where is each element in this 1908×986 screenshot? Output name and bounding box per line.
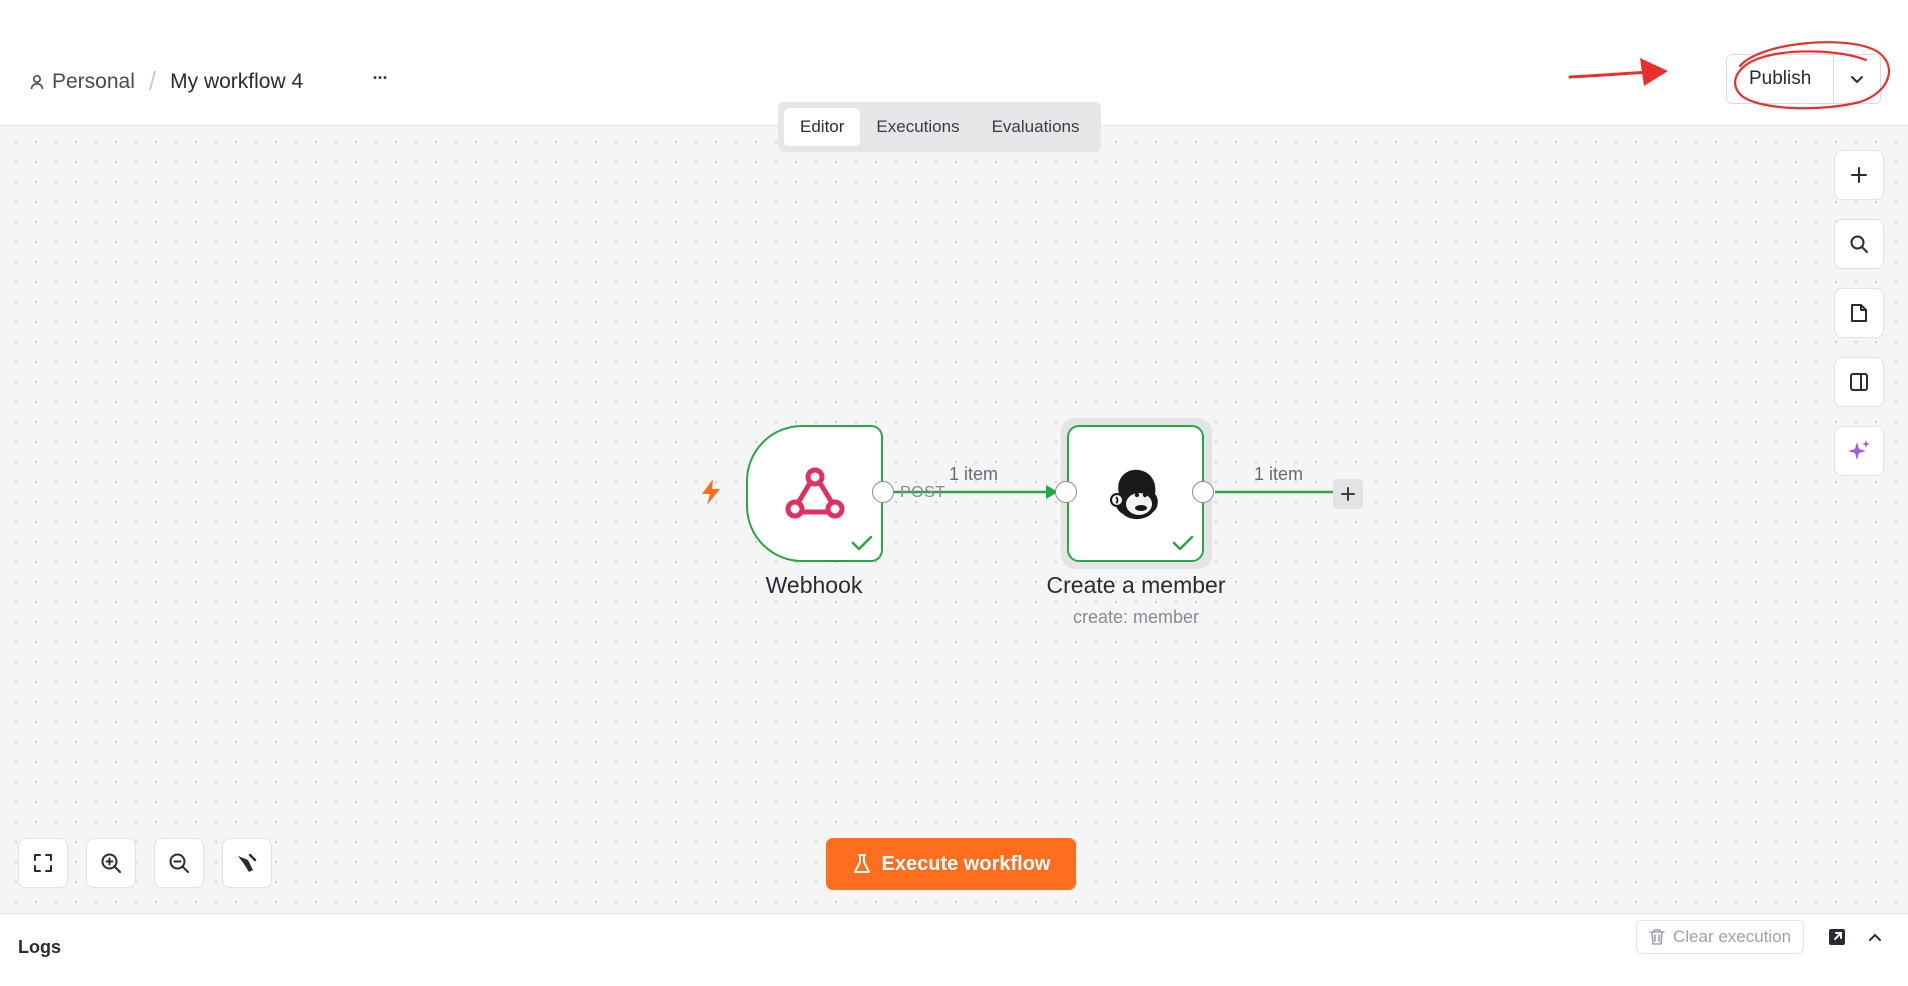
edge-item-count: 1 item [949,464,999,484]
execute-workflow-label: Execute workflow [881,852,1051,875]
webhook-output-handle[interactable] [872,481,894,503]
zoom-in-icon [101,853,121,873]
edge-item-count: 1 item [1254,464,1304,484]
trash-icon [1649,929,1665,945]
execute-workflow-button[interactable]: Execute workflow [826,838,1076,890]
node-webhook[interactable] [746,425,883,562]
tab-executions[interactable]: Executions [860,108,975,146]
webhook-node-label: Webhook [765,572,863,598]
member-node-subtitle: create: member [1072,607,1200,627]
zoom-out-button[interactable] [154,838,204,888]
clear-execution-button[interactable]: Clear execution [1636,920,1805,954]
node-create-member[interactable] [1067,425,1204,562]
webhook-method-label: POST [900,484,946,501]
clear-execution-label: Clear execution [1673,927,1792,946]
logs-title[interactable]: Logs [18,937,61,958]
chevron-up-icon [1869,933,1881,941]
lightning-icon [702,479,720,505]
fit-view-icon [34,854,52,872]
fit-view-button[interactable] [18,838,68,888]
member-output-handle[interactable] [1192,481,1214,503]
mailchimp-icon [1109,469,1158,519]
zoom-in-button[interactable] [86,838,136,888]
member-input-handle[interactable] [1055,481,1077,503]
tab-editor[interactable]: Editor [784,108,861,146]
success-check-icon [1172,535,1194,551]
tab-evaluations[interactable]: Evaluations [976,108,1096,146]
view-tabs: Editor Executions Evaluations [778,102,1102,152]
logs-panel: Logs Clear execution [0,913,1908,986]
plus-icon [1341,487,1355,501]
webhook-icon [785,467,844,518]
toggle-logs-button[interactable] [1862,924,1888,950]
tidy-up-icon [238,853,257,872]
popout-icon [1829,929,1845,945]
canvas-zoom-toolbar [18,838,272,888]
success-check-icon [851,535,873,551]
popout-logs-button[interactable] [1824,924,1850,950]
zoom-out-icon [169,853,189,873]
member-node-label: Create a member [1046,572,1226,598]
tidy-up-button[interactable] [222,838,272,888]
add-next-node-button[interactable] [1333,479,1363,509]
flask-icon [853,854,870,873]
